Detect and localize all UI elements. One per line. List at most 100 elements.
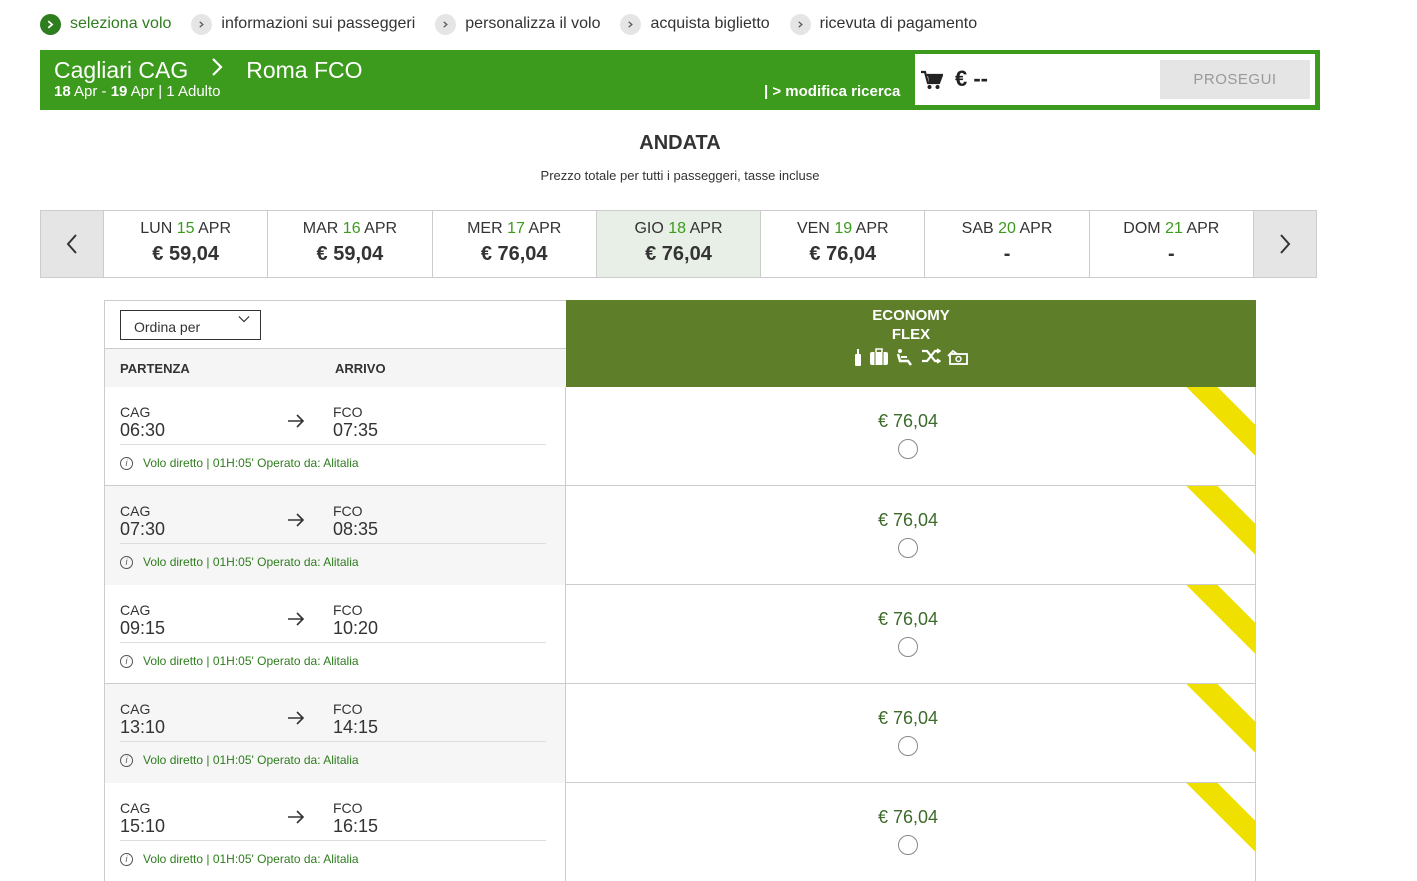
fare-radio[interactable] [898, 637, 918, 657]
step-ricevuta-pagamento[interactable]: ricevuta di pagamento [789, 13, 978, 35]
progress-steps: seleziona volo informazioni sui passegge… [40, 10, 997, 38]
fare-cell: € 76,04 [566, 684, 1256, 783]
date-carousel: LUN 15 APR € 59,04 MAR 16 APR € 59,04 ME… [40, 210, 1317, 278]
departure-code: CAG [120, 701, 151, 717]
fare-radio[interactable] [898, 439, 918, 459]
fare-radio[interactable] [898, 538, 918, 558]
flight-details-link[interactable]: i Volo diretto | 01H:05' Operato da: Alit… [120, 456, 359, 470]
checked-baggage-icon [870, 348, 888, 365]
date-option-selected[interactable]: GIO 18 APR € 76,04 [595, 211, 761, 277]
departure-code: CAG [120, 404, 151, 420]
arrow-right-icon [288, 810, 305, 824]
flight-info: CAG 15:10 FCO 16:15 i Volo diretto | 01H:… [105, 783, 566, 881]
day-number: 15 [176, 220, 195, 237]
date-option[interactable]: MER 17 APR € 76,04 [431, 211, 596, 277]
date-option[interactable]: MAR 16 APR € 59,04 [267, 211, 431, 277]
departure-time: 09:15 [120, 618, 166, 638]
departure-code: CAG [120, 602, 151, 618]
flight-details-link[interactable]: i Volo diretto | 01H:05' Operato da: Alit… [120, 852, 359, 866]
day-month: APR [689, 220, 723, 237]
day-month: APR [198, 220, 231, 237]
step-label: ricevuta di pagamento [819, 15, 978, 32]
arrival-code: FCO [333, 800, 363, 816]
fare-cell: € 76,04 [566, 486, 1256, 585]
day-of-week: DOM [1123, 220, 1161, 237]
day-month: APR [1019, 220, 1053, 237]
departure-time: 07:30 [120, 519, 166, 539]
day-month: APR [855, 220, 889, 237]
step-acquista-biglietto[interactable]: acquista biglietto [620, 13, 770, 35]
day-month: APR [364, 220, 398, 237]
day-of-week: GIO [634, 220, 664, 237]
page-title: ANDATA [639, 132, 721, 154]
check-icon [40, 13, 61, 35]
day-of-week: LUN [140, 220, 173, 237]
date-option[interactable]: DOM 21 APR - [1088, 211, 1254, 277]
destination: Roma FCO [246, 56, 363, 83]
step-seleziona-volo[interactable]: seleziona volo [40, 13, 172, 35]
arrival-time: 08:35 [333, 519, 379, 539]
page-subtitle: Prezzo totale per tutti i passeggeri, ta… [540, 168, 820, 183]
refund-icon [947, 349, 968, 365]
divider [120, 543, 546, 544]
fare-radio[interactable] [898, 736, 918, 756]
day-of-week: SAB [961, 220, 994, 237]
day-number: 16 [342, 220, 361, 237]
modify-search-link[interactable]: | > modifica ricerca [764, 83, 900, 100]
fare-price: € 76,04 [877, 609, 939, 629]
departure-time: 13:10 [120, 717, 166, 737]
search-summary-bar: Cagliari CAG Roma FCO 18 Apr - 19 Apr | … [40, 50, 1320, 110]
date-label: SAB 20 APR [925, 220, 1088, 238]
flight-details-link[interactable]: i Volo diretto | 01H:05' Operato da: Alit… [120, 753, 359, 767]
column-headers: PARTENZA ARRIVO [105, 348, 566, 387]
cart-box: € -- PROSEGUI [915, 54, 1315, 105]
hand-baggage-icon [855, 349, 861, 366]
departure-time: 15:10 [120, 816, 166, 836]
info-icon: i [120, 456, 133, 470]
chevron-right-icon [1280, 234, 1291, 254]
fare-radio[interactable] [898, 835, 918, 855]
day-number: 17 [507, 220, 525, 237]
travel-dates: 18 Apr - 19 Apr | 1 Adulto [54, 83, 221, 100]
step-personalizza-volo[interactable]: personalizza il volo [435, 13, 600, 35]
date-price: € 76,04 [809, 243, 877, 265]
flight-details-text: Volo diretto | 01H:05' Operato da: Alita… [143, 753, 359, 767]
step-informazioni-passeggeri[interactable]: informazioni sui passeggeri [191, 13, 416, 35]
date-back-day: 19 [110, 83, 128, 100]
flight-details-link[interactable]: i Volo diretto | 01H:05' Operato da: Alit… [120, 654, 359, 668]
date-option[interactable]: LUN 15 APR € 59,04 [103, 211, 267, 277]
arrow-right-icon [288, 612, 305, 626]
sort-dropdown[interactable]: Ordina per [120, 310, 261, 340]
flight-row: CAG 06:30 FCO 07:35 i Volo diretto | 01H:… [105, 387, 1256, 486]
flight-details-link[interactable]: i Volo diretto | 01H:05' Operato da: Alit… [120, 555, 359, 569]
info-icon: i [120, 852, 133, 866]
route: Cagliari CAG Roma FCO [54, 56, 363, 84]
date-option[interactable]: VEN 19 APR € 76,04 [760, 211, 924, 277]
next-dates-button[interactable] [1253, 211, 1316, 277]
date-label: DOM 21 APR [1090, 220, 1253, 238]
date-price: € 76,04 [645, 243, 712, 265]
flight-row: CAG 13:10 FCO 14:15 i Volo diretto | 01H:… [105, 684, 1256, 783]
fare-price: € 76,04 [877, 807, 939, 827]
step-label: seleziona volo [70, 15, 172, 32]
prev-dates-button[interactable] [41, 211, 103, 277]
chevron-left-icon [66, 234, 77, 254]
fare-cell: € 76,04 [566, 585, 1256, 684]
step-label: acquista biglietto [650, 15, 770, 32]
proceed-button[interactable]: PROSEGUI [1160, 60, 1310, 99]
flight-info: CAG 13:10 FCO 14:15 i Volo diretto | 01H:… [105, 684, 566, 783]
step-label: informazioni sui passeggeri [221, 15, 416, 32]
seat-icon [896, 349, 912, 366]
chevron-right-icon [210, 56, 224, 84]
date-label: GIO 18 APR [597, 220, 760, 238]
divider [120, 444, 546, 445]
info-icon: i [120, 753, 133, 767]
date-option[interactable]: SAB 20 APR - [924, 211, 1088, 277]
day-number: 19 [834, 220, 853, 237]
date-price: - [1167, 243, 1175, 265]
day-of-week: MAR [302, 220, 339, 237]
day-month: APR [1186, 220, 1220, 237]
departure-time: 06:30 [120, 420, 166, 440]
info-icon: i [120, 654, 133, 668]
fare-column-header: ECONOMY FLEX [566, 300, 1256, 387]
